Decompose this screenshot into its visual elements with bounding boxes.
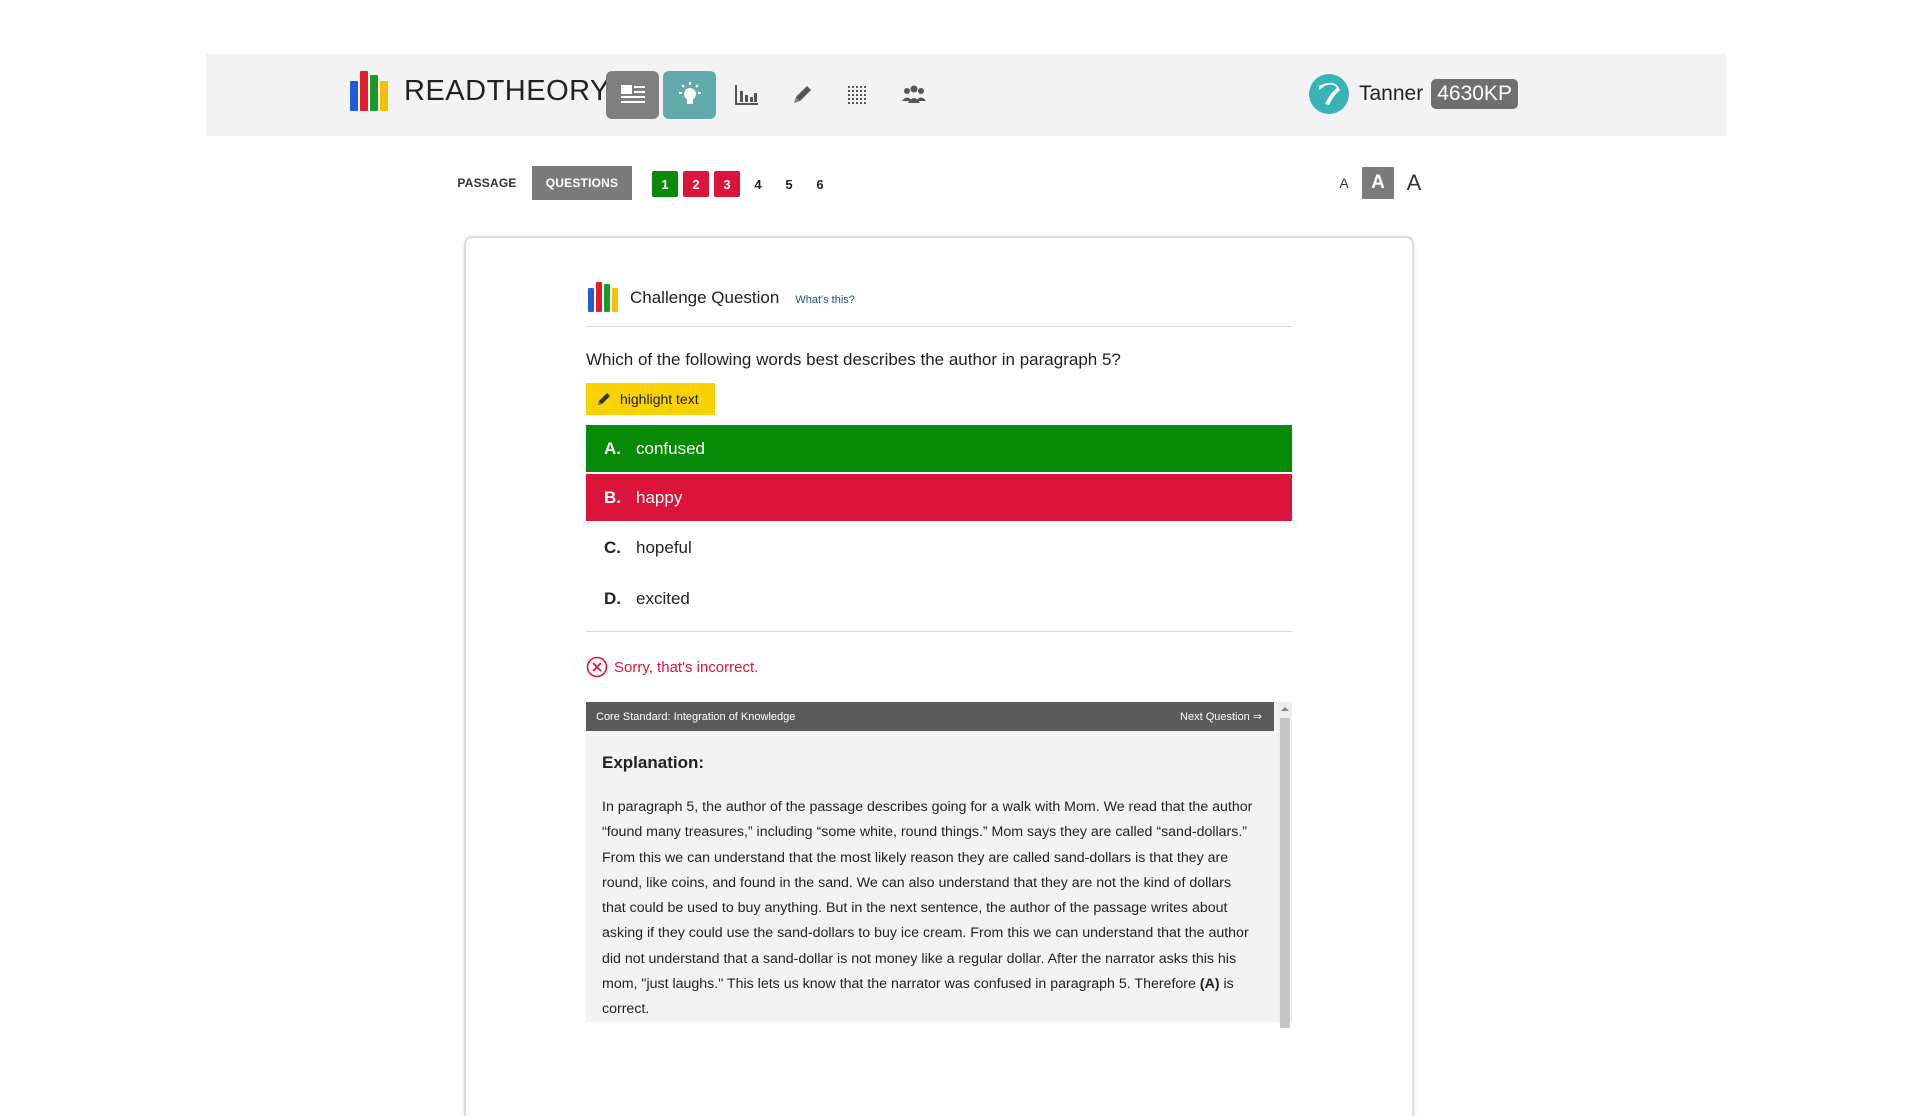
lightbulb-icon bbox=[678, 82, 701, 104]
highlight-text-label: highlight text bbox=[620, 391, 699, 407]
challenge-title: Challenge Question bbox=[630, 288, 780, 307]
nav-progress-button[interactable] bbox=[720, 71, 772, 119]
main-nav bbox=[606, 71, 944, 119]
brand-name: READTHEORY bbox=[404, 74, 610, 107]
answer-letter: C. bbox=[604, 537, 621, 557]
font-size-small-button[interactable]: A bbox=[1336, 175, 1352, 191]
passage-list-icon bbox=[620, 85, 645, 103]
answer-text: confused bbox=[636, 438, 705, 458]
answer-reference: (A) bbox=[1199, 976, 1220, 993]
question-number-list: 1 2 3 4 5 6 bbox=[652, 171, 838, 197]
grid-icon bbox=[848, 86, 866, 104]
next-question-link[interactable]: Next Question ⇒ bbox=[1180, 710, 1262, 723]
question-number-4[interactable]: 4 bbox=[745, 171, 771, 197]
passage-subnav: PASSAGE QUESTIONS 1 2 3 4 5 6 A A A bbox=[457, 166, 1424, 200]
incorrect-feedback: Sorry, that's incorrect. bbox=[586, 656, 1292, 678]
font-size-medium-button[interactable]: A bbox=[1362, 167, 1394, 199]
question-content: Challenge Question What's this? Which of… bbox=[586, 282, 1292, 1028]
nav-community-button[interactable] bbox=[888, 71, 940, 119]
user-profile[interactable]: Tanner 4630KP bbox=[1309, 72, 1518, 116]
question-card: Challenge Question What's this? Which of… bbox=[464, 236, 1414, 1116]
nav-grid-button[interactable] bbox=[832, 71, 884, 119]
divider bbox=[586, 326, 1292, 327]
scroll-up-arrow-icon[interactable] bbox=[1278, 702, 1292, 716]
answer-letter: B. bbox=[604, 487, 621, 507]
nav-write-button[interactable] bbox=[776, 71, 828, 119]
nav-passage-button[interactable] bbox=[606, 71, 659, 119]
answer-text: happy bbox=[636, 487, 683, 507]
highlight-text-button[interactable]: highlight text bbox=[586, 383, 715, 415]
explanation-panel: Core Standard: Integration of Knowledge … bbox=[586, 702, 1292, 1028]
question-number-5[interactable]: 5 bbox=[776, 171, 802, 197]
error-circle-icon bbox=[586, 656, 608, 678]
core-standard-label: Core Standard: Integration of Knowledge bbox=[596, 710, 796, 723]
brand[interactable]: READTHEORY bbox=[348, 68, 610, 114]
answer-text: excited bbox=[636, 588, 690, 608]
question-number-6[interactable]: 6 bbox=[807, 171, 833, 197]
question-number-3[interactable]: 3 bbox=[714, 171, 740, 197]
avatar[interactable] bbox=[1309, 74, 1349, 114]
question-number-2[interactable]: 2 bbox=[683, 171, 709, 197]
readtheory-logo-icon bbox=[586, 282, 622, 314]
explanation-text: In paragraph 5, the author of the passag… bbox=[602, 799, 1253, 1018]
divider bbox=[586, 631, 1292, 632]
tab-questions[interactable]: QUESTIONS bbox=[532, 166, 632, 200]
font-size-large-button[interactable]: A bbox=[1404, 170, 1424, 196]
font-size-selector: A A A bbox=[1326, 166, 1424, 200]
explanation-scrollbar[interactable] bbox=[1278, 702, 1292, 1028]
readtheory-logo-icon bbox=[348, 69, 394, 113]
explanation-title: Explanation: bbox=[602, 753, 705, 772]
nav-lightbulb-button[interactable] bbox=[663, 71, 716, 119]
tab-passage[interactable]: PASSAGE bbox=[457, 166, 516, 200]
pencil-icon bbox=[596, 391, 612, 407]
scrollbar-thumb[interactable] bbox=[1280, 718, 1290, 1028]
explanation-body: Explanation: In paragraph 5, the author … bbox=[586, 731, 1274, 1023]
answer-text: hopeful bbox=[636, 537, 692, 557]
answer-option-a[interactable]: A. confused bbox=[586, 425, 1292, 472]
bar-chart-icon bbox=[735, 85, 758, 105]
top-navigation-bar: READTHEORY Tanner 4630KP bbox=[206, 54, 1726, 136]
knowledge-points-badge: 4630KP bbox=[1431, 79, 1518, 109]
answer-list: A. confused B. happy C. hopeful D. excit… bbox=[586, 425, 1292, 623]
group-icon bbox=[902, 85, 926, 103]
whats-this-link[interactable]: What's this? bbox=[795, 294, 855, 306]
answer-option-c[interactable]: C. hopeful bbox=[586, 523, 1292, 572]
question-text: Which of the following words best descri… bbox=[586, 350, 1121, 369]
feedback-text: Sorry, that's incorrect. bbox=[614, 658, 759, 676]
answer-letter: D. bbox=[604, 588, 621, 608]
challenge-header: Challenge Question What's this? bbox=[586, 282, 1292, 316]
explanation-header-bar: Core Standard: Integration of Knowledge … bbox=[586, 702, 1274, 731]
username: Tanner bbox=[1359, 82, 1424, 105]
answer-option-b[interactable]: B. happy bbox=[586, 474, 1292, 521]
answer-letter: A. bbox=[604, 438, 621, 458]
answer-option-d[interactable]: D. excited bbox=[586, 574, 1292, 623]
question-number-1[interactable]: 1 bbox=[652, 171, 678, 197]
pencil-icon bbox=[794, 86, 811, 103]
